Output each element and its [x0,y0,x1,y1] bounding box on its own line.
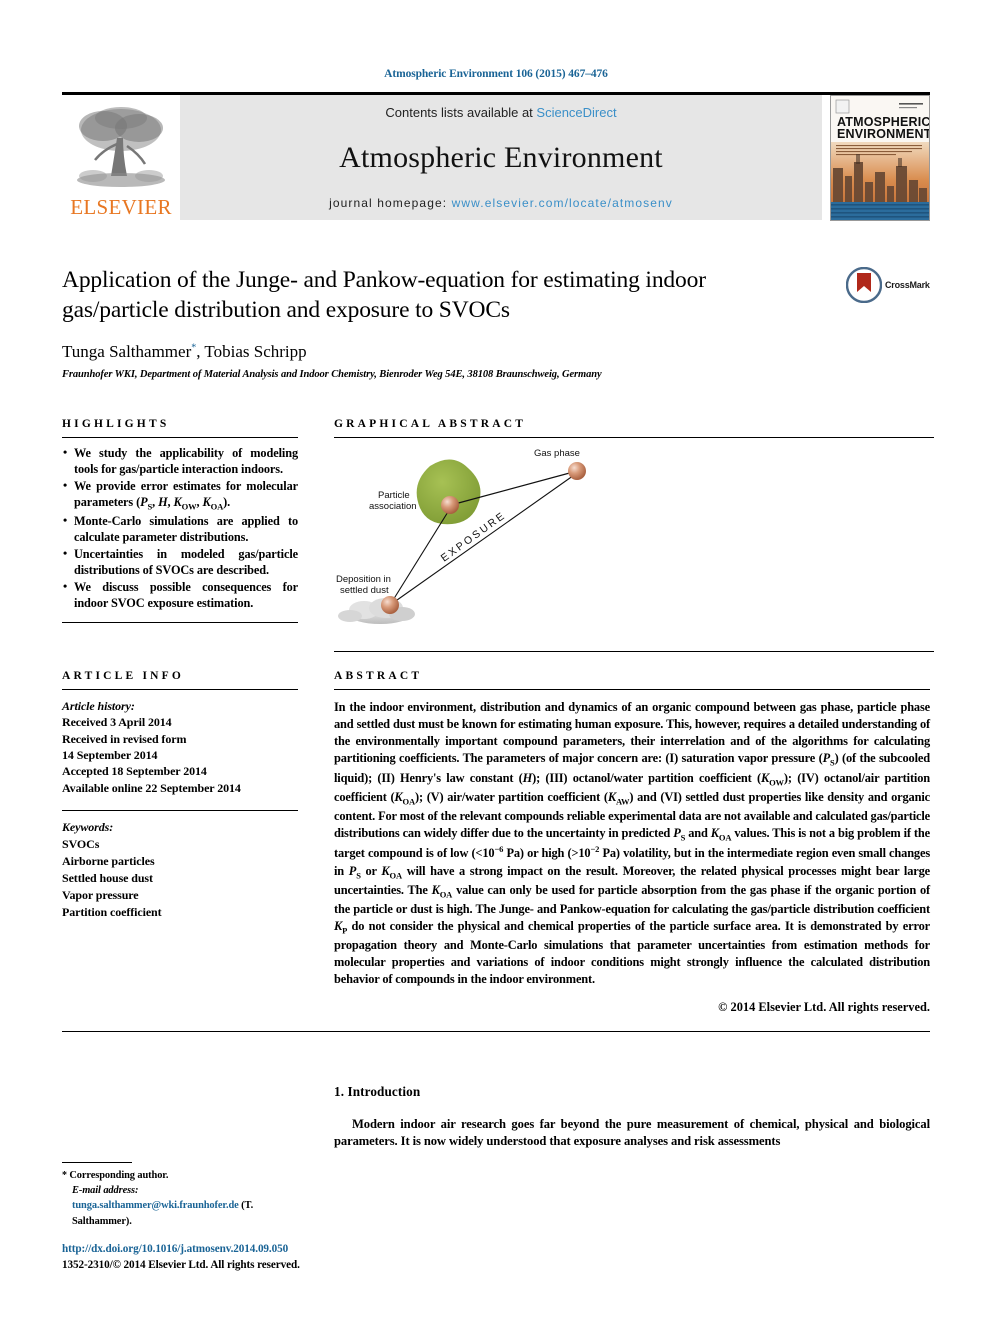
lower-band: * Corresponding author. E-mail address: … [62,1032,930,1267]
keywords-block: Keywords: SVOCs Airborne particles Settl… [62,819,298,921]
crossmark-badge[interactable]: CrossMark [846,265,934,305]
graphical-abstract-column: GRAPHICAL ABSTRACT Gas phase Particle as… [334,418,934,653]
keyword-item: Vapor pressure [62,888,139,903]
masthead-center: Contents lists available at ScienceDirec… [180,95,822,220]
cover-art: ATMOSPHERIC ENVIRONMENT [831,95,929,220]
graphical-abstract-rule-bottom [334,651,934,653]
email-label: E-mail address: [72,1185,139,1197]
keyword-item: Settled house dust [62,871,153,886]
sphere-dust [381,596,399,615]
doi-link[interactable]: http://dx.doi.org/10.1016/j.atmosenv.201… [62,1241,300,1257]
particle-blob [416,459,481,525]
highlight-text: We discuss possible consequences for ind… [74,579,298,610]
introduction-column: 1. Introduction Modern indoor air resear… [334,1032,930,1267]
graphical-abstract-rule-top [334,437,934,439]
author-secondary: , Tobias Schripp [196,342,307,362]
keyword-item: Partition coefficient [62,905,162,920]
graphical-abstract-figure: Gas phase Particle association Depositio… [334,444,934,644]
email-note: E-mail address: tunga.salthammer@wki.fra… [62,1183,294,1228]
highlights-column: HIGHLIGHTS We study the applicability of… [62,418,298,652]
label-deposition-2: settled dust [340,585,389,596]
history-item: Received 3 April 2014 [62,715,172,730]
footnote-divider [62,1161,132,1163]
keyword-item: SVOCs [62,837,100,852]
elsevier-logo: ELSEVIER [62,95,180,220]
label-particle-association-1: Particle [378,490,410,501]
graphical-abstract-heading: GRAPHICAL ABSTRACT [334,418,527,431]
crossmark-icon [846,267,882,303]
abstract-heading: ABSTRACT [334,670,423,683]
article-history: Article history: Received 3 April 2014 R… [62,698,298,796]
label-deposition-1: Deposition in [336,574,391,585]
articleinfo-abstract-band: ARTICLE INFO Article history: Received 3… [62,670,930,1014]
contents-prefix: Contents lists available at [385,105,537,120]
keywords-rule [62,810,298,812]
list-item: Monte-Carlo simulations are applied to c… [62,513,298,546]
contents-available-line: Contents lists available at ScienceDirec… [385,105,616,120]
article-first-page: Atmospheric Environment 106 (2015) 467–4… [0,0,992,1323]
history-item: Accepted 18 September 2014 [62,764,207,779]
sciencedirect-link[interactable]: ScienceDirect [536,105,616,120]
abstract-column: ABSTRACT In the indoor environment, dist… [334,670,930,1014]
svg-text:ENVIRONMENT: ENVIRONMENT [837,127,929,141]
running-head: Atmospheric Environment 106 (2015) 467–4… [384,68,608,80]
journal-homepage-link[interactable]: www.elsevier.com/locate/atmosenv [452,196,673,210]
publication-meta: http://dx.doi.org/10.1016/j.atmosenv.201… [62,1241,300,1273]
highlights-rule-bottom [62,621,298,623]
article-info-heading: ARTICLE INFO [62,670,185,683]
footnote-column: * Corresponding author. E-mail address: … [62,1032,298,1267]
title-block: Application of the Junge- and Pankow-equ… [62,265,930,380]
introduction-heading: 1. Introduction [334,1083,421,1099]
corresponding-author-note: * Corresponding author. [62,1168,294,1184]
highlight-text: Monte-Carlo simulations are applied to c… [74,513,298,544]
list-item: We provide error estimates for molecular… [62,478,298,512]
history-item: Received in revised form [62,731,187,746]
sphere-particle [441,496,459,515]
dust-cloud [338,598,415,625]
journal-masthead: ELSEVIER Contents lists available at Sci… [62,92,930,221]
highlight-text: We study the applicability of modeling t… [74,446,298,477]
author-primary: Tunga Salthammer [62,342,192,362]
crossmark-label: CrossMark [885,280,930,290]
highlight-text: Uncertainties in modeled gas/particle di… [74,546,298,577]
list-item: We discuss possible consequences for ind… [62,579,298,612]
article-history-label: Article history: [62,699,135,714]
highlights-rule-top [62,437,298,439]
corresponding-author-label: Corresponding author. [69,1169,169,1181]
author-list: Tunga Salthammer*, Tobias Schripp [62,342,930,362]
email-link[interactable]: tunga.salthammer@wki.fraunhofer.de [72,1200,239,1211]
sphere-gas [568,462,586,481]
page-title: Application of the Junge- and Pankow-equ… [62,267,706,324]
introduction-paragraph: Modern indoor air research goes far beyo… [334,1116,930,1149]
exposure-diagram: Gas phase Particle association Depositio… [336,448,586,625]
elsevier-wordmark: ELSEVIER [70,195,172,219]
label-particle-association-2: association [369,501,417,512]
list-item: We study the applicability of modeling t… [62,445,298,478]
highlights-graphical-band: HIGHLIGHTS We study the applicability of… [62,418,934,653]
abstract-rule-top [334,689,930,691]
highlights-list: We study the applicability of modeling t… [62,445,298,612]
affiliation: Fraunhofer WKI, Department of Material A… [62,369,602,381]
footnote-block: * Corresponding author. E-mail address: … [62,1161,294,1229]
journal-homepage-line: journal homepage: www.elsevier.com/locat… [329,196,673,210]
journal-cover-thumbnail[interactable]: ATMOSPHERIC ENVIRONMENT [830,94,930,221]
list-item: Uncertainties in modeled gas/particle di… [62,546,298,579]
history-item: 14 September 2014 [62,748,158,763]
history-item: Available online 22 September 2014 [62,780,241,795]
highlights-heading: HIGHLIGHTS [62,418,170,431]
elsevier-tree-icon [77,107,165,187]
issn-copyright: 1352-2310/© 2014 Elsevier Ltd. All right… [62,1258,300,1271]
journal-title: Atmospheric Environment [339,141,663,174]
homepage-prefix: journal homepage: [329,196,452,210]
footnote-star: * [62,1169,67,1181]
article-info-column: ARTICLE INFO Article history: Received 3… [62,670,298,1014]
keywords-label: Keywords: [62,820,114,835]
keyword-item: Airborne particles [62,854,155,869]
abstract-body: In the indoor environment, distribution … [334,700,931,987]
article-info-rule-top [62,689,298,691]
label-gas-phase: Gas phase [534,448,580,459]
abstract-copyright: © 2014 Elsevier Ltd. All rights reserved… [718,999,930,1014]
